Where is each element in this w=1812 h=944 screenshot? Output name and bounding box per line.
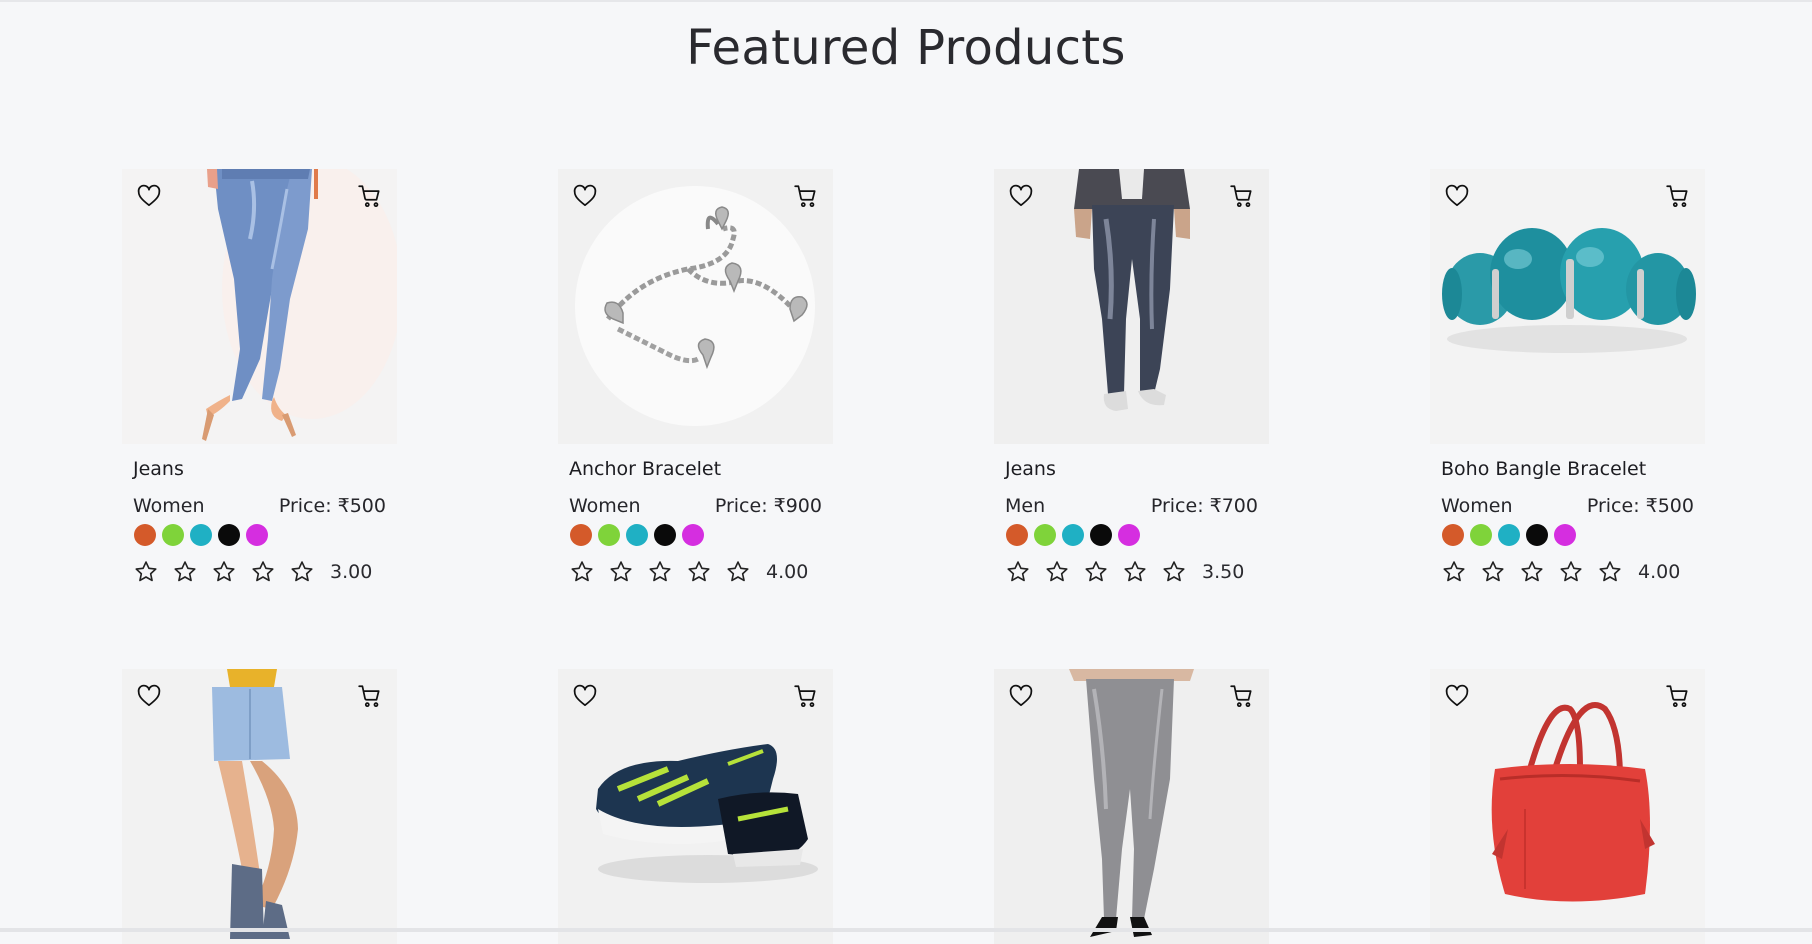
color-swatch[interactable] [1470,524,1492,546]
product-name[interactable]: Boho Bangle Bracelet [1441,458,1705,482]
wishlist-heart-icon[interactable] [134,181,164,211]
star-icon[interactable] [1005,559,1031,585]
star-icon[interactable] [250,559,276,585]
star-icon[interactable] [1441,559,1467,585]
star-icon[interactable] [133,559,159,585]
star-icon[interactable] [289,559,315,585]
product-price: Price: ₹500 [1586,495,1694,517]
product-image[interactable] [1430,669,1705,944]
page-title: Featured Products [686,20,1126,76]
star-icon[interactable] [725,559,751,585]
color-swatch[interactable] [570,524,592,546]
product-name[interactable]: Jeans [1005,458,1269,482]
product-category: Women [569,495,641,517]
product-card[interactable]: Jeans Men Price: ₹700 3.50 [994,169,1269,585]
rating-score: 3.50 [1202,561,1245,583]
add-to-cart-icon[interactable] [1227,681,1257,711]
color-swatch[interactable] [654,524,676,546]
color-swatch[interactable] [1034,524,1056,546]
color-swatch[interactable] [682,524,704,546]
wishlist-heart-icon[interactable] [1006,681,1036,711]
star-icon[interactable] [686,559,712,585]
color-swatch[interactable] [162,524,184,546]
color-swatch[interactable] [1442,524,1464,546]
star-rating: 4.00 [569,559,833,585]
color-swatch[interactable] [1062,524,1084,546]
product-name[interactable]: Anchor Bracelet [569,458,833,482]
product-card[interactable]: Jeans Women Price: ₹500 3.00 [122,169,397,585]
color-swatch[interactable] [598,524,620,546]
color-swatches [1442,524,1705,546]
star-icon[interactable] [569,559,595,585]
star-icon[interactable] [647,559,673,585]
color-swatch[interactable] [1498,524,1520,546]
color-swatch[interactable] [1526,524,1548,546]
rating-score: 4.00 [1638,561,1681,583]
product-card[interactable]: Boho Bangle Bracelet Women Price: ₹500 4… [1430,169,1705,585]
product-image[interactable] [994,169,1269,444]
star-icon[interactable] [1083,559,1109,585]
product-image[interactable] [1430,169,1705,444]
star-icon[interactable] [1122,559,1148,585]
color-swatch[interactable] [1090,524,1112,546]
product-card[interactable] [994,669,1269,944]
color-swatch[interactable] [1118,524,1140,546]
product-image[interactable] [122,669,397,944]
color-swatch[interactable] [218,524,240,546]
add-to-cart-icon[interactable] [1663,681,1693,711]
add-to-cart-icon[interactable] [791,681,821,711]
add-to-cart-icon[interactable] [355,181,385,211]
add-to-cart-icon[interactable] [1227,181,1257,211]
bottom-divider [0,928,1812,932]
star-icon[interactable] [1558,559,1584,585]
star-icon[interactable] [1480,559,1506,585]
wishlist-heart-icon[interactable] [134,681,164,711]
add-to-cart-icon[interactable] [791,181,821,211]
star-icon[interactable] [1044,559,1070,585]
rating-score: 4.00 [766,561,809,583]
product-price: Price: ₹500 [278,495,386,517]
wishlist-heart-icon[interactable] [570,181,600,211]
product-image[interactable] [122,169,397,444]
color-swatch[interactable] [1554,524,1576,546]
star-rating: 4.00 [1441,559,1705,585]
product-price: Price: ₹700 [1150,495,1258,517]
wishlist-heart-icon[interactable] [570,681,600,711]
add-to-cart-icon[interactable] [1663,181,1693,211]
wishlist-heart-icon[interactable] [1442,681,1472,711]
rating-score: 3.00 [330,561,373,583]
product-image[interactable] [994,669,1269,944]
product-image[interactable] [558,669,833,944]
product-category: Women [1441,495,1513,517]
wishlist-heart-icon[interactable] [1442,181,1472,211]
product-category: Women [133,495,205,517]
star-icon[interactable] [1519,559,1545,585]
product-card[interactable] [122,669,397,944]
wishlist-heart-icon[interactable] [1006,181,1036,211]
color-swatches [134,524,397,546]
star-icon[interactable] [608,559,634,585]
product-category: Men [1005,495,1046,517]
star-icon[interactable] [1597,559,1623,585]
product-card[interactable]: Anchor Bracelet Women Price: ₹900 4.00 [558,169,833,585]
product-name[interactable]: Jeans [133,458,397,482]
color-swatches [1006,524,1269,546]
color-swatch[interactable] [626,524,648,546]
product-price: Price: ₹900 [714,495,822,517]
color-swatch[interactable] [190,524,212,546]
color-swatch[interactable] [246,524,268,546]
color-swatch[interactable] [134,524,156,546]
star-icon[interactable] [172,559,198,585]
product-image[interactable] [558,169,833,444]
product-card[interactable] [558,669,833,944]
top-divider [0,0,1812,2]
add-to-cart-icon[interactable] [355,681,385,711]
star-rating: 3.00 [133,559,397,585]
color-swatches [570,524,833,546]
star-icon[interactable] [211,559,237,585]
star-rating: 3.50 [1005,559,1269,585]
color-swatch[interactable] [1006,524,1028,546]
star-icon[interactable] [1161,559,1187,585]
product-card[interactable] [1430,669,1705,944]
